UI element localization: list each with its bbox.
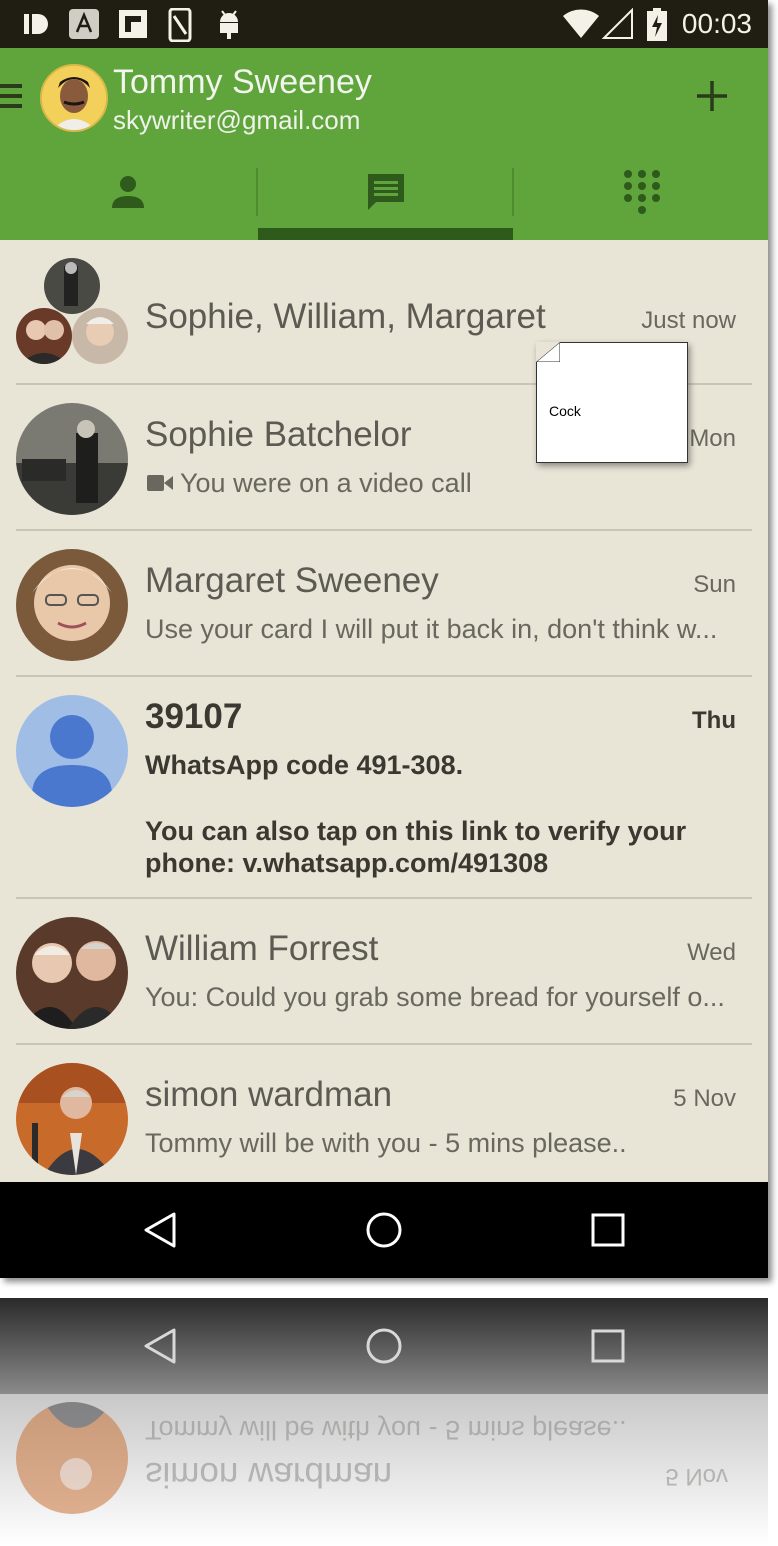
signal-icon: [602, 8, 633, 39]
reflected-list: Tommy will be with you - 5 mins please..…: [0, 1394, 768, 1546]
conversation-row[interactable]: Margaret Sweeney Sun Use your card I wil…: [0, 532, 768, 678]
tab-contacts[interactable]: [0, 160, 255, 240]
id-icon: [24, 14, 48, 34]
reflected-navigation-bar: [0, 1298, 768, 1394]
maps-icon: [69, 9, 99, 39]
conversation-row[interactable]: 39107 Thu WhatsApp code 491-308. You can…: [0, 678, 768, 900]
chat-icon: [368, 174, 404, 210]
battery-charging-icon: [647, 8, 667, 41]
conversation-snippet: WhatsApp code 491-308.: [145, 750, 464, 780]
conversation-time: Thu: [692, 707, 736, 734]
row-divider: [16, 897, 752, 899]
menu-icon[interactable]: [0, 84, 22, 114]
conversation-time: Mon: [689, 425, 736, 452]
note-fold-icon: [536, 342, 560, 362]
status-time: 00:03: [681, 8, 752, 39]
conversation-row[interactable]: William Forrest Wed You: Could you grab …: [0, 900, 768, 1046]
account-avatar[interactable]: [40, 64, 108, 132]
account-email[interactable]: skywriter@gmail.com: [113, 104, 360, 136]
reflected-avatar: [16, 1402, 128, 1514]
group-avatar: [16, 258, 128, 364]
conversation-snippet: Use your card I will put it back in, don…: [145, 614, 718, 644]
phone-screen: 00:03 Tommy Sweeney skywriter@gmail.com: [0, 0, 768, 1278]
default-contact-avatar: [16, 695, 128, 807]
android-debug-icon: [220, 10, 238, 39]
conversation-name: Margaret Sweeney: [145, 561, 439, 600]
back-icon[interactable]: [140, 1210, 180, 1250]
conversation-snippet-line: phone: v.whatsapp.com/491308: [145, 848, 549, 878]
conversation-row[interactable]: simon wardman 5 Nov Tommy will be with y…: [0, 1046, 768, 1192]
reflected-time: 5 Nov: [665, 1463, 728, 1490]
conversation-snippet: You: Could you grab some bread for yours…: [145, 982, 725, 1012]
conversation-name: William Forrest: [145, 929, 379, 968]
conversation-time: Just now: [641, 307, 736, 334]
dialpad-icon: [624, 170, 660, 214]
contact-avatar: [16, 549, 128, 661]
add-icon[interactable]: [690, 74, 734, 118]
videocam-icon: [147, 475, 173, 491]
tab-indicator: [258, 228, 513, 240]
row-divider: [16, 1043, 752, 1045]
person-icon: [112, 176, 144, 208]
conversation-name: simon wardman: [145, 1075, 393, 1114]
wifi-icon: [563, 9, 599, 39]
reflected-home-icon: [366, 1328, 402, 1364]
navigation-bar: [0, 1182, 768, 1278]
conversation-snippet: You were on a video call: [180, 468, 472, 498]
row-divider: [16, 529, 752, 531]
flipboard-icon: [119, 10, 147, 38]
conversation-name: 39107: [145, 697, 243, 736]
contact-avatar: [16, 403, 128, 515]
status-bar: 00:03: [0, 0, 768, 48]
conversation-time: Wed: [687, 939, 736, 966]
contact-avatar: [16, 917, 128, 1029]
reflected-back-icon: [144, 1328, 176, 1364]
conversation-time: 5 Nov: [673, 1085, 736, 1112]
reflected-snippet: Tommy will be with you - 5 mins please..: [145, 1415, 627, 1445]
reflected-name: simon wardman: [145, 1455, 393, 1494]
tab-dialpad[interactable]: [514, 160, 768, 240]
conversation-name: Sophie Batchelor: [145, 415, 412, 454]
phone-rotate-icon: [168, 8, 192, 42]
conversation-time: Sun: [693, 571, 736, 598]
conversation-snippet: Tommy will be with you - 5 mins please..: [145, 1128, 627, 1158]
account-name[interactable]: Tommy Sweeney: [113, 62, 372, 102]
screen-reflection: Tommy will be with you - 5 mins please..…: [0, 1298, 768, 1546]
recents-icon[interactable]: [588, 1210, 628, 1250]
row-divider: [16, 675, 752, 677]
sticky-note[interactable]: Cock: [536, 342, 688, 463]
contact-avatar: [16, 1063, 128, 1175]
home-icon[interactable]: [364, 1210, 404, 1250]
conversation-name: Sophie, William, Margaret: [145, 297, 546, 336]
conversation-snippet-line: You can also tap on this link to verify …: [145, 816, 687, 846]
sticky-note-text: Cock: [549, 403, 581, 419]
reflected-recents-icon: [591, 1329, 625, 1363]
